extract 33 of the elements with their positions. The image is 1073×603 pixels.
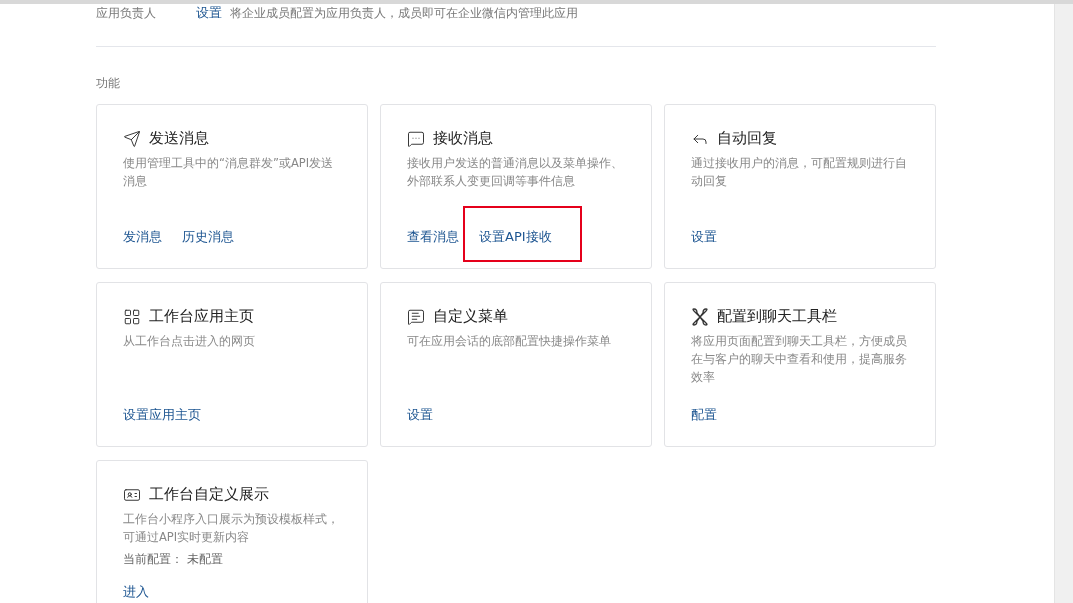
card-link[interactable]: 查看消息 bbox=[407, 228, 459, 246]
card-title: 配置到聊天工具栏 bbox=[717, 307, 837, 326]
owner-label: 应用负责人 bbox=[96, 4, 157, 22]
card-link[interactable]: 配置 bbox=[691, 406, 717, 424]
card-link[interactable]: 设置API接收 bbox=[463, 206, 582, 262]
card-link[interactable]: 设置 bbox=[691, 228, 717, 246]
card-description: 从工作台点击进入的网页 bbox=[123, 333, 256, 350]
card-title: 发送消息 bbox=[149, 129, 209, 148]
owner-set-link[interactable]: 设置 bbox=[196, 4, 222, 22]
menu-bubble-icon bbox=[407, 307, 425, 326]
card-title: 工作台应用主页 bbox=[149, 307, 254, 326]
owner-description: 将企业成员配置为应用负责人，成员即可在企业微信内管理此应用 bbox=[230, 4, 578, 22]
card-description: 可在应用会话的底部配置快捷操作菜单 bbox=[407, 333, 612, 350]
grid-icon bbox=[123, 307, 141, 326]
card-link[interactable]: 设置应用主页 bbox=[123, 406, 201, 424]
card-description: 将应用页面配置到聊天工具栏，方便成员在与客户的聊天中查看和使用，提高服务效率 bbox=[691, 333, 908, 386]
card-title: 接收消息 bbox=[433, 129, 493, 148]
card-description: 使用管理工具中的“消息群发”或API发送消息 bbox=[123, 155, 335, 190]
card-description: 工作台小程序入口展示为预设模板样式，可通过API实时更新内容 bbox=[123, 511, 340, 546]
card-link[interactable]: 设置 bbox=[407, 406, 433, 424]
card-description: 通过接收用户的消息，可配置规则进行自动回复 bbox=[691, 155, 908, 190]
config-status: 当前配置： 未配置 bbox=[123, 552, 224, 567]
send-icon bbox=[123, 129, 141, 148]
petals-icon bbox=[691, 307, 709, 326]
card-title: 工作台自定义展示 bbox=[149, 485, 269, 504]
card-title: 自定义菜单 bbox=[433, 307, 508, 326]
card-link[interactable]: 进入 bbox=[123, 583, 149, 601]
card-link[interactable]: 历史消息 bbox=[182, 228, 234, 246]
chat-bubble-icon bbox=[407, 129, 425, 148]
section-title: 功能 bbox=[96, 75, 121, 92]
card-link[interactable]: 发消息 bbox=[123, 228, 162, 246]
card-description: 接收用户发送的普通消息以及菜单操作、外部联系人变更回调等事件信息 bbox=[407, 155, 624, 190]
card-title: 自动回复 bbox=[717, 129, 777, 148]
